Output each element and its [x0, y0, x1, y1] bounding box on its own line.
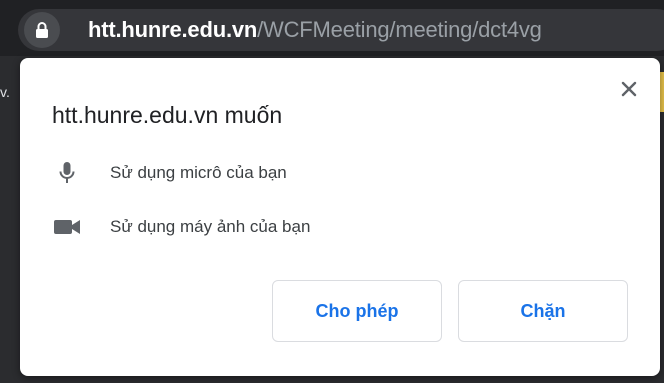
permission-microphone: Sử dụng micrô của bạn [52, 160, 287, 186]
close-icon[interactable] [614, 74, 644, 104]
url-path: /WCFMeeting/meeting/dct4vg [257, 17, 542, 42]
block-button[interactable]: Chặn [458, 280, 628, 342]
camera-icon [52, 214, 82, 240]
permission-camera-label: Sử dụng máy ảnh của bạn [110, 217, 311, 236]
allow-button[interactable]: Cho phép [272, 280, 442, 342]
address-bar: htt.hunre.edu.vn/WCFMeeting/meeting/dct4… [0, 0, 664, 56]
url-text[interactable]: htt.hunre.edu.vn/WCFMeeting/meeting/dct4… [88, 15, 542, 45]
url-host: htt.hunre.edu.vn [88, 17, 258, 42]
permission-popup: htt.hunre.edu.vn muốn Sử dụng micrô của … [20, 58, 660, 376]
lock-icon[interactable] [24, 12, 60, 48]
permission-microphone-label: Sử dụng micrô của bạn [110, 163, 287, 182]
background-text-fragment: v. [0, 84, 10, 100]
permission-camera: Sử dụng máy ảnh của bạn [52, 214, 310, 240]
popup-title: htt.hunre.edu.vn muốn [52, 102, 283, 128]
browser-window: htt.hunre.edu.vn/WCFMeeting/meeting/dct4… [0, 0, 664, 383]
microphone-icon [52, 160, 82, 186]
